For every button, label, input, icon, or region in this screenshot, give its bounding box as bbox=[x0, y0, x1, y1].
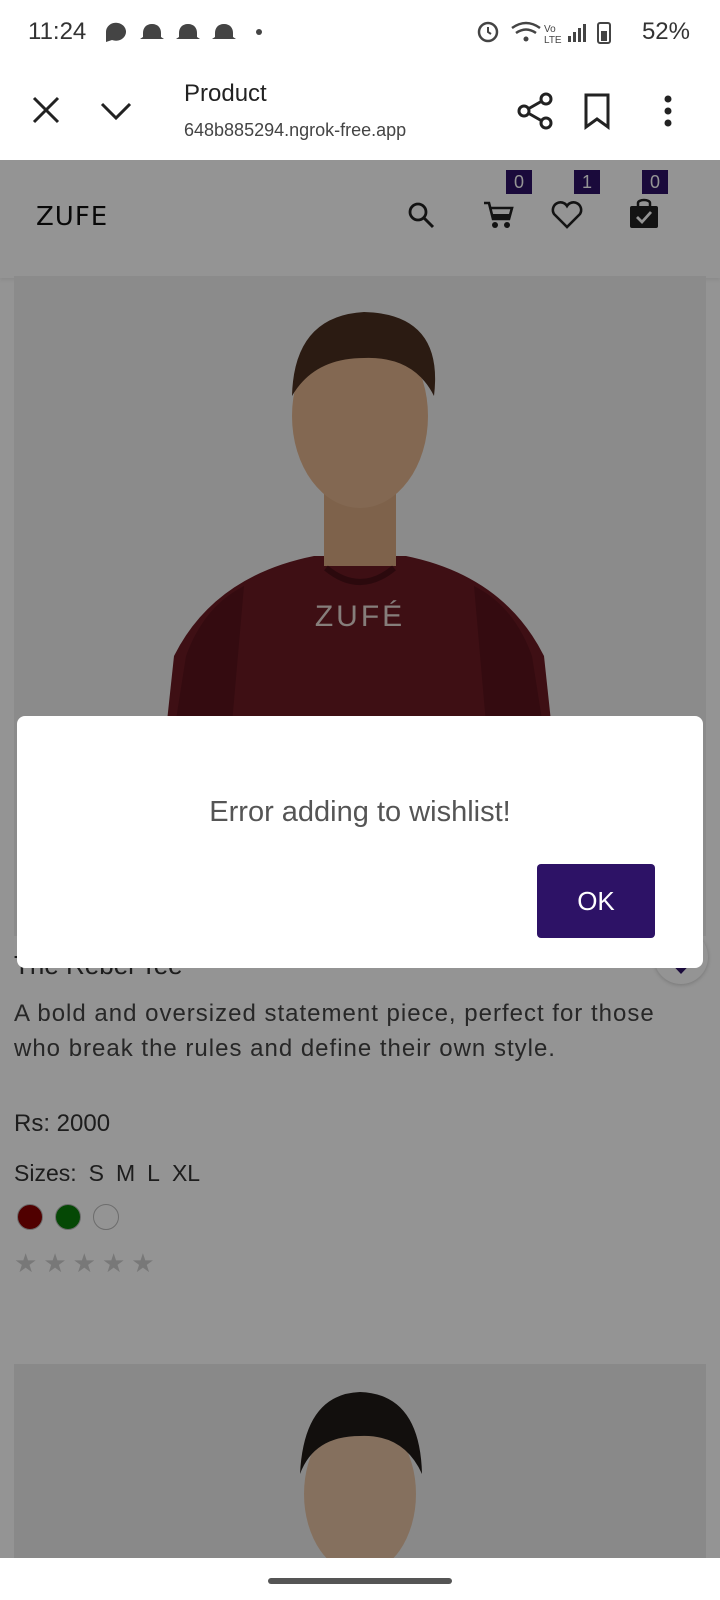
ok-button[interactable]: OK bbox=[537, 864, 655, 938]
svg-text:Vo: Vo bbox=[544, 24, 556, 35]
more-options-icon[interactable] bbox=[662, 94, 674, 128]
bookmark-icon[interactable] bbox=[582, 92, 612, 130]
chevron-down-icon[interactable] bbox=[98, 96, 134, 124]
battery-level: 52% bbox=[641, 18, 690, 45]
alert-dialog: Error adding to wishlist! OK bbox=[17, 716, 703, 968]
close-icon[interactable] bbox=[30, 94, 62, 126]
tab-url[interactable]: 648b885294.ngrok-free.app bbox=[184, 120, 434, 141]
browser-toolbar bbox=[0, 64, 720, 161]
share-icon[interactable] bbox=[516, 92, 554, 130]
status-time: 11:24 bbox=[28, 18, 87, 45]
system-status-icons: Vo LTE bbox=[477, 21, 611, 46]
dialog-message: Error adding to wishlist! bbox=[209, 796, 511, 828]
status-bar: 11:24 Vo LTE 52% bbox=[0, 0, 720, 64]
svg-text:LTE: LTE bbox=[544, 35, 562, 46]
tab-title: Product bbox=[184, 80, 267, 107]
home-gesture-bar[interactable] bbox=[268, 1578, 452, 1584]
notification-icons bbox=[105, 22, 262, 42]
